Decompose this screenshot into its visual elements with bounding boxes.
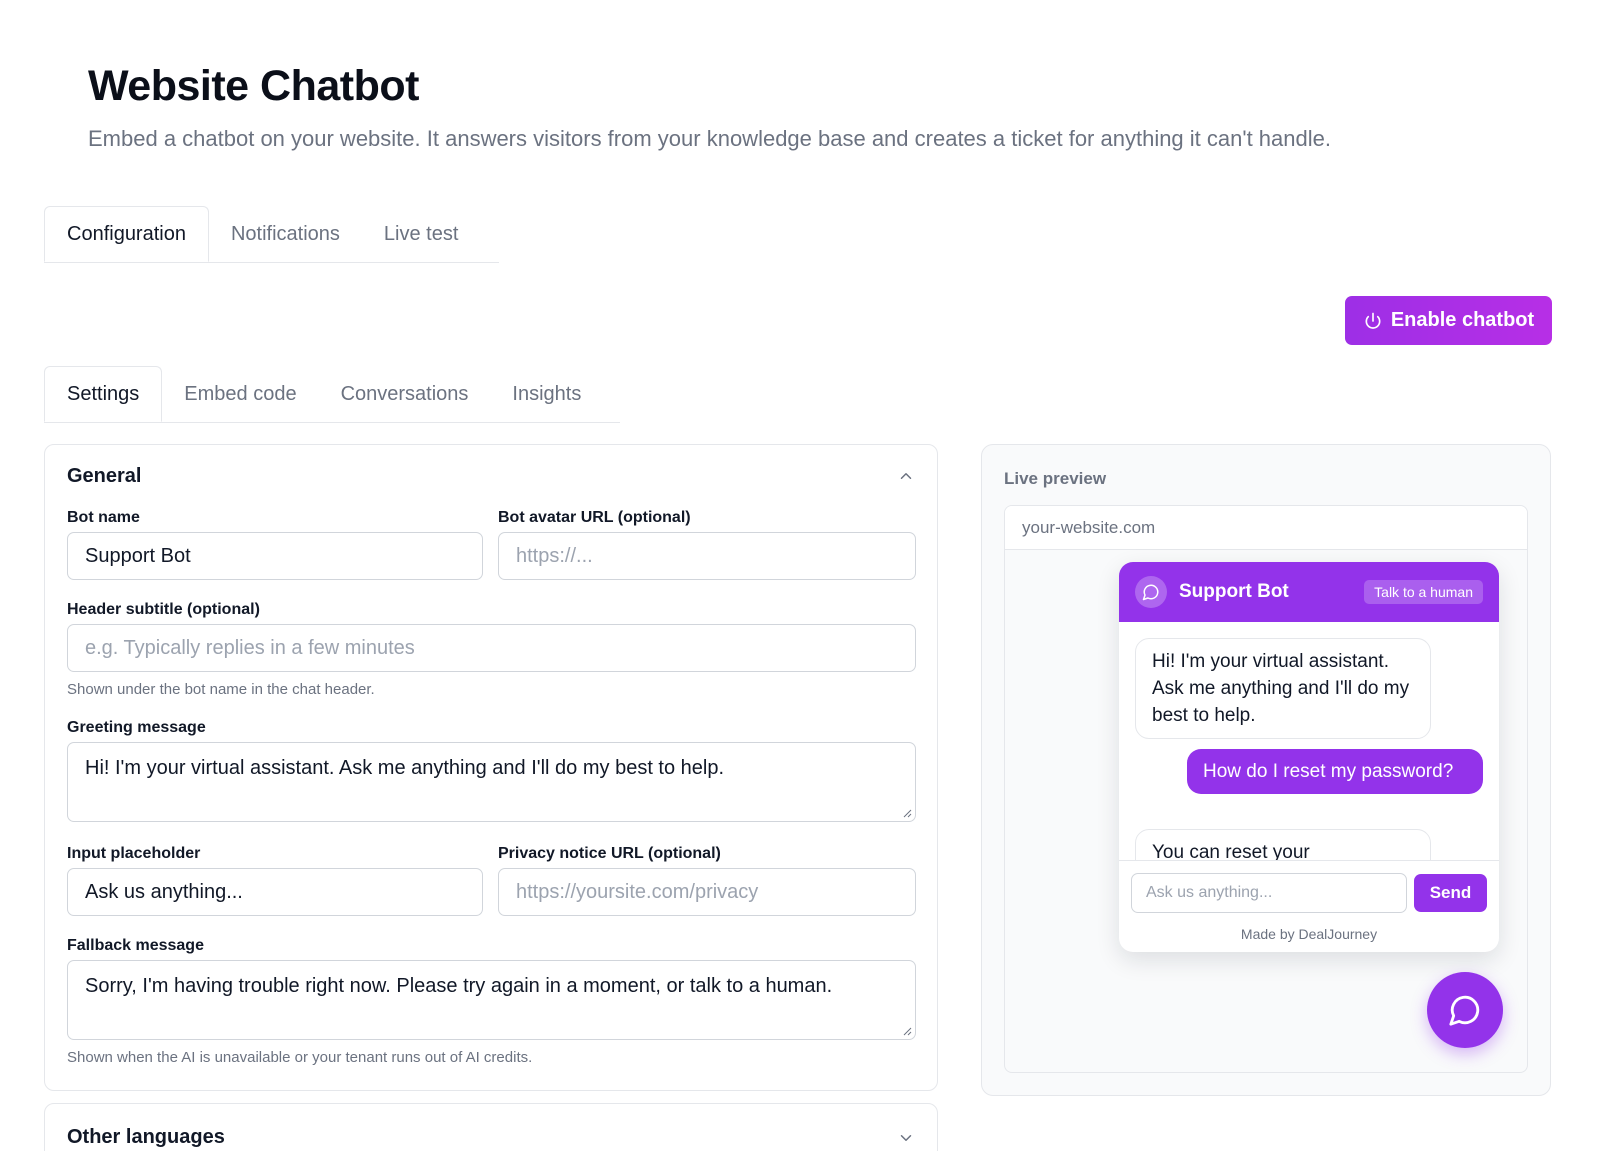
talk-to-human-button[interactable]: Talk to a human [1364,580,1483,604]
enable-chatbot-button[interactable]: Enable chatbot [1345,296,1552,345]
greeting-label: Greeting message [67,719,206,736]
power-icon [1365,312,1381,329]
live-preview-label: Live preview [1004,469,1107,488]
chevron-down-icon[interactable] [897,1129,915,1147]
user-message: How do I reset my password? [1187,749,1483,794]
sub-tabs: Settings Embed code Conversations Insigh… [44,366,620,423]
tab-insights[interactable]: Insights [490,366,603,422]
greeting-textarea[interactable]: Hi! I'm your virtual assistant. Ask me a… [67,742,916,822]
header-subtitle-label: Header subtitle (optional) [67,601,260,618]
general-section: General Bot name Support Bot Bot avatar … [44,444,938,1091]
bot-name-input[interactable]: Support Bot [67,532,483,580]
main-tabs: Configuration Notifications Live test [44,206,499,263]
tab-settings[interactable]: Settings [44,366,163,422]
tab-embed-code[interactable]: Embed code [162,366,318,422]
chat-bubble-icon [1449,995,1480,1026]
chat-input-row: Ask us anything... Send [1119,860,1499,922]
bot-avatar [1135,576,1167,608]
privacy-url-input[interactable]: https://yoursite.com/privacy [498,868,916,916]
send-button[interactable]: Send [1414,874,1487,912]
chat-input[interactable]: Ask us anything... [1131,873,1407,913]
chat-bot-name: Support Bot [1179,581,1289,602]
input-placeholder-label: Input placeholder [67,845,201,862]
tab-configuration[interactable]: Configuration [44,206,209,262]
chat-messages: Hi! I'm your virtual assistant. Ask me a… [1119,622,1499,860]
header-subtitle-help: Shown under the bot name in the chat hea… [67,681,375,698]
page-description: Embed a chatbot on your website. It answ… [88,126,1331,151]
bot-avatar-input[interactable]: https://... [498,532,916,580]
chat-bubble-icon [1142,584,1159,601]
bot-avatar-label: Bot avatar URL (optional) [498,509,691,526]
chat-widget: Support Bot Talk to a human Hi! I'm your… [1119,562,1499,952]
bot-message: You can reset your [1135,829,1431,860]
fallback-label: Fallback message [67,937,204,954]
greeting-text: Hi! I'm your virtual assistant. Ask me a… [85,757,725,779]
bot-name-label: Bot name [67,509,140,526]
resize-handle-icon[interactable] [902,808,912,818]
bot-message: Hi! I'm your virtual assistant. Ask me a… [1135,638,1431,739]
live-preview-panel: Live preview your-website.com Support Bo… [981,444,1551,1096]
privacy-url-label: Privacy notice URL (optional) [498,845,721,862]
tab-conversations[interactable]: Conversations [319,366,491,422]
enable-chatbot-label: Enable chatbot [1390,309,1535,331]
tab-notifications[interactable]: Notifications [209,206,362,262]
other-languages-section[interactable]: Other languages [44,1103,938,1151]
header-subtitle-input[interactable]: e.g. Typically replies in a few minutes [67,624,916,672]
chevron-up-icon[interactable] [897,467,915,485]
chat-header: Support Bot Talk to a human [1119,562,1499,622]
browser-mockup: your-website.com Support Bot Talk to a h… [1004,505,1528,1073]
chat-footer: Made by DealJourney [1240,926,1378,942]
chat-launcher-button[interactable] [1427,972,1503,1048]
fallback-textarea[interactable]: Sorry, I'm having trouble right now. Ple… [67,960,916,1040]
page-title: Website Chatbot [88,62,419,110]
fallback-text: Sorry, I'm having trouble right now. Ple… [85,975,833,997]
url-bar: your-website.com [1005,506,1527,550]
fallback-help: Shown when the AI is unavailable or your… [67,1049,533,1066]
tab-live-test[interactable]: Live test [362,206,480,262]
input-placeholder-input[interactable]: Ask us anything... [67,868,483,916]
resize-handle-icon[interactable] [902,1026,912,1036]
other-languages-title: Other languages [67,1126,225,1148]
general-section-title: General [67,465,142,487]
